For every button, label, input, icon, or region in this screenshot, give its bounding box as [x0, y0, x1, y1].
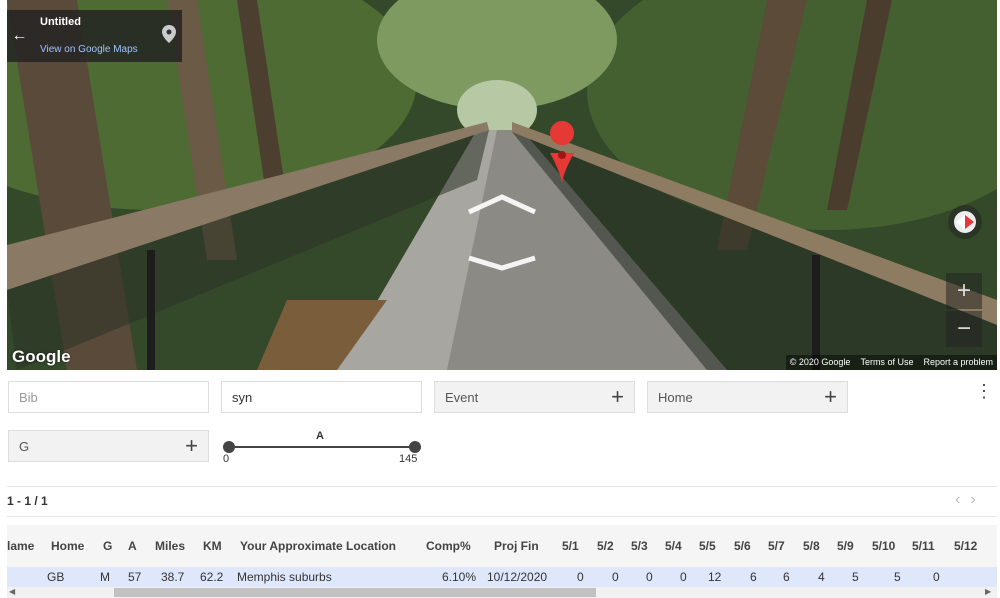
column-header[interactable]: 5/3 — [631, 539, 648, 553]
column-header[interactable]: 5/4 — [665, 539, 682, 553]
column-header[interactable]: 5/1 — [562, 539, 579, 553]
add-icon: + — [824, 384, 837, 409]
name-filter-input[interactable]: syn — [221, 381, 422, 413]
table-cell: Memphis suburbs — [237, 570, 332, 584]
table-cell: M — [100, 570, 110, 584]
column-header[interactable]: 5/12 — [954, 539, 977, 553]
prev-page-icon[interactable]: ‹ — [955, 491, 970, 508]
horizontal-scrollbar[interactable]: ◀ ▶ — [7, 587, 997, 598]
column-header[interactable]: 5/6 — [734, 539, 751, 553]
add-icon: + — [611, 384, 624, 409]
divider — [7, 486, 997, 487]
age-slider-min-handle[interactable] — [223, 441, 235, 453]
view-on-google-maps-link[interactable]: View on Google Maps — [40, 44, 138, 55]
street-view-footer: © 2020 Google Terms of Use Report a prob… — [785, 355, 997, 370]
more-options-icon[interactable]: ⋮ — [975, 382, 993, 400]
copyright-text: © 2020 Google — [789, 357, 851, 367]
column-header[interactable]: G — [103, 539, 112, 553]
scroll-left-icon[interactable]: ◀ — [9, 587, 15, 596]
table-cell: GB — [47, 570, 65, 584]
location-info-card: Untitled View on Google Maps — [32, 10, 182, 62]
table-cell: 12 — [708, 570, 722, 584]
location-title: Untitled — [40, 16, 81, 28]
table-cell: 0 — [646, 570, 653, 584]
terms-of-use-link[interactable]: Terms of Use — [860, 357, 913, 368]
age-slider-max-value: 145 — [399, 453, 418, 465]
age-slider-max-handle[interactable] — [409, 441, 421, 453]
results-table: lame Home G A Miles KM Your Approximate … — [7, 525, 997, 598]
table-cell: 6.10% — [442, 570, 477, 584]
column-header[interactable]: 5/7 — [768, 539, 785, 553]
column-header[interactable]: Your Approximate Location — [240, 539, 396, 553]
add-icon: + — [185, 433, 198, 458]
gender-filter-dropdown[interactable]: G + — [8, 430, 209, 462]
home-filter-label: Home — [658, 389, 693, 405]
column-header[interactable]: 5/2 — [597, 539, 614, 553]
name-filter-value: syn — [232, 389, 253, 405]
home-filter-dropdown[interactable]: Home + — [647, 381, 848, 413]
column-header[interactable]: 5/9 — [837, 539, 854, 553]
column-header[interactable]: 5/11 — [912, 539, 935, 553]
table-header: lame Home G A Miles KM Your Approximate … — [7, 525, 997, 567]
column-header[interactable]: Proj Fin — [494, 539, 539, 553]
divider — [7, 516, 997, 517]
compass-icon[interactable] — [948, 205, 982, 239]
column-header[interactable]: A — [128, 539, 137, 553]
table-cell: 57 — [128, 570, 142, 584]
table-cell: 62.2 — [200, 570, 224, 584]
age-slider-min-value: 0 — [223, 453, 230, 465]
next-page-icon[interactable]: › — [970, 491, 985, 508]
event-filter-label: Event — [445, 389, 479, 405]
column-header[interactable]: KM — [203, 539, 222, 553]
column-header[interactable]: Miles — [155, 539, 185, 553]
column-header[interactable]: 5/10 — [872, 539, 895, 553]
age-slider-label: A — [316, 430, 324, 442]
table-cell: 0 — [612, 570, 619, 584]
column-header[interactable]: Home — [51, 539, 84, 553]
column-header[interactable]: lame — [7, 539, 34, 553]
back-arrow-icon[interactable]: ← — [7, 10, 32, 62]
table-cell: 6 — [783, 570, 790, 584]
table-cell: 4 — [818, 570, 825, 584]
table-cell: 38.7 — [161, 570, 185, 584]
age-slider-track[interactable] — [229, 446, 415, 448]
table-cell: 10/12/2020 — [487, 570, 548, 584]
column-header[interactable]: 5/8 — [803, 539, 820, 553]
street-view-panel[interactable]: ← Untitled View on Google Maps + − Googl… — [7, 0, 997, 370]
column-header[interactable]: Comp% — [426, 539, 471, 553]
map-pin-icon — [162, 25, 176, 43]
table-cell: 0 — [680, 570, 687, 584]
table-cell: 0 — [933, 570, 940, 584]
zoom-in-button[interactable]: + — [946, 273, 982, 309]
gender-filter-label: G — [19, 438, 30, 454]
table-row[interactable]: GB M 57 38.7 62.2 Memphis suburbs 6.10% … — [7, 567, 997, 587]
zoom-out-button[interactable]: − — [946, 311, 982, 347]
bib-placeholder: Bib — [19, 389, 38, 405]
table-cell: 0 — [577, 570, 584, 584]
pagination-nav: ‹› — [955, 491, 986, 509]
bib-filter-input[interactable]: Bib — [8, 381, 209, 413]
table-cell: 6 — [750, 570, 757, 584]
column-header[interactable]: 5/5 — [699, 539, 716, 553]
scrollbar-thumb[interactable] — [114, 588, 596, 597]
google-logo: Google — [12, 347, 71, 366]
table-cell: 5 — [894, 570, 901, 584]
scroll-right-icon[interactable]: ▶ — [985, 587, 991, 596]
event-filter-dropdown[interactable]: Event + — [434, 381, 635, 413]
pagination-text: 1 - 1 / 1 — [7, 494, 48, 508]
table-cell: 5 — [852, 570, 859, 584]
report-problem-link[interactable]: Report a problem — [923, 357, 993, 368]
